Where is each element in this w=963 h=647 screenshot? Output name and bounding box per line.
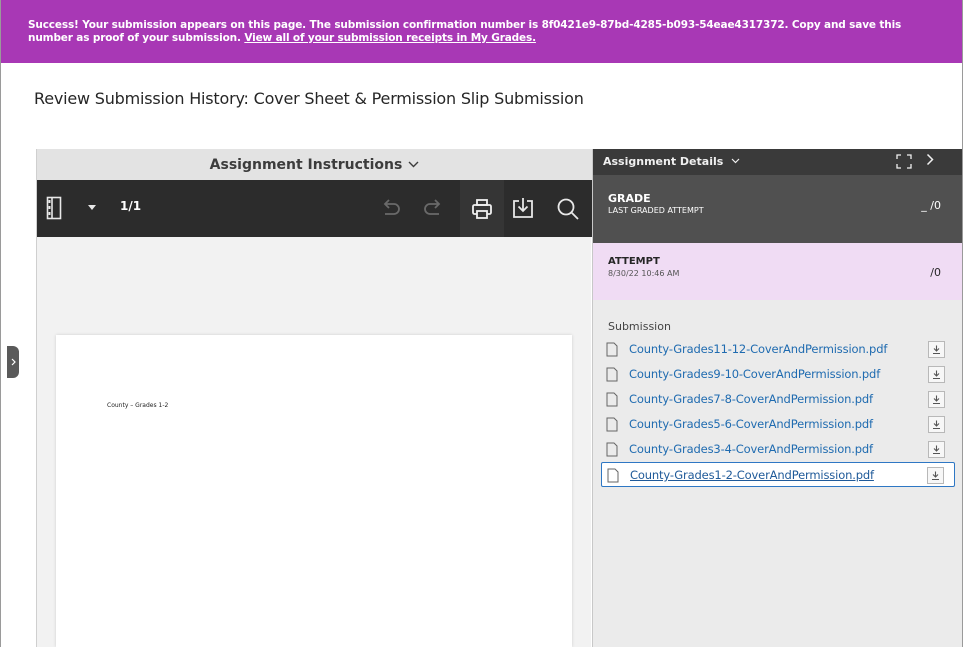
grade-section: GRADE LAST GRADED ATTEMPT _ /0 [593, 175, 963, 243]
download-icon[interactable] [511, 196, 535, 220]
grade-title: GRADE [608, 192, 651, 205]
file-link[interactable]: County-Grades1-2-CoverAndPermission.pdf [630, 468, 874, 482]
expand-icon[interactable] [896, 154, 912, 172]
undo-icon[interactable] [380, 198, 402, 218]
file-icon [606, 417, 618, 436]
success-banner: Success! Your submission appears on this… [0, 0, 963, 63]
list-item[interactable]: County-Grades9-10-CoverAndPermission.pdf [601, 362, 955, 387]
next-icon[interactable] [926, 153, 934, 170]
submission-label: Submission [608, 320, 671, 333]
search-icon[interactable] [556, 197, 580, 221]
viewer-toolbar: 1/1 [37, 180, 592, 237]
submission-file-list: County-Grades11-12-CoverAndPermission.pd… [601, 337, 955, 487]
file-icon [606, 392, 618, 411]
download-icon[interactable] [928, 441, 945, 458]
page-title: Review Submission History: Cover Sheet &… [34, 89, 584, 108]
my-grades-link[interactable]: View all of your submission receipts in … [244, 32, 536, 44]
list-item[interactable]: County-Grades11-12-CoverAndPermission.pd… [601, 337, 955, 362]
grade-subtitle: LAST GRADED ATTEMPT [608, 206, 704, 215]
download-icon[interactable] [928, 416, 945, 433]
document-viewer: Assignment Instructions 1/1 County – Gra… [36, 149, 592, 647]
file-link[interactable]: County-Grades3-4-CoverAndPermission.pdf [629, 442, 873, 456]
page-count: 1/1 [120, 199, 142, 213]
assignment-details-panel: Assignment Details GRADE LAST GRADED ATT… [592, 149, 963, 647]
list-item[interactable]: County-Grades7-8-CoverAndPermission.pdf [601, 387, 955, 412]
document-text: County – Grades 1-2 [107, 402, 169, 409]
grade-score: _ /0 [921, 199, 941, 212]
file-link[interactable]: County-Grades9-10-CoverAndPermission.pdf [629, 367, 880, 381]
attempt-section[interactable]: ATTEMPT 8/30/22 10:46 AM /0 [593, 243, 963, 300]
list-item[interactable]: County-Grades3-4-CoverAndPermission.pdf [601, 437, 955, 462]
assignment-instructions-label: Assignment Instructions [209, 156, 403, 173]
file-link[interactable]: County-Grades7-8-CoverAndPermission.pdf [629, 392, 873, 406]
download-icon[interactable] [928, 366, 945, 383]
attempt-title: ATTEMPT [608, 256, 660, 267]
caret-down-icon[interactable] [88, 205, 96, 210]
download-icon[interactable] [927, 467, 944, 484]
file-link[interactable]: County-Grades5-6-CoverAndPermission.pdf [629, 417, 873, 431]
assignment-instructions-toggle[interactable]: Assignment Instructions [37, 149, 592, 180]
list-item[interactable]: County-Grades5-6-CoverAndPermission.pdf [601, 412, 955, 437]
chevron-down-icon [408, 158, 419, 171]
file-link[interactable]: County-Grades11-12-CoverAndPermission.pd… [629, 342, 887, 356]
file-icon [606, 367, 618, 386]
assignment-details-toggle[interactable]: Assignment Details [603, 155, 740, 168]
download-icon[interactable] [928, 391, 945, 408]
list-item-selected[interactable]: County-Grades1-2-CoverAndPermission.pdf [601, 462, 955, 487]
print-icon[interactable] [460, 180, 504, 237]
redo-icon[interactable] [422, 198, 444, 218]
assignment-details-header: Assignment Details [593, 149, 963, 175]
file-icon [606, 442, 618, 461]
download-icon[interactable] [928, 341, 945, 358]
attempt-score: /0 [930, 266, 941, 279]
attempt-date: 8/30/22 10:46 AM [608, 269, 680, 278]
assignment-details-label: Assignment Details [603, 155, 724, 168]
file-icon [607, 468, 619, 487]
panel-handle[interactable] [7, 346, 19, 378]
document-page: County – Grades 1-2 [56, 335, 572, 647]
chevron-down-icon [731, 158, 740, 164]
chevron-right-icon [11, 358, 16, 366]
file-icon [606, 342, 618, 361]
sidebar-toggle-icon[interactable] [46, 196, 62, 220]
